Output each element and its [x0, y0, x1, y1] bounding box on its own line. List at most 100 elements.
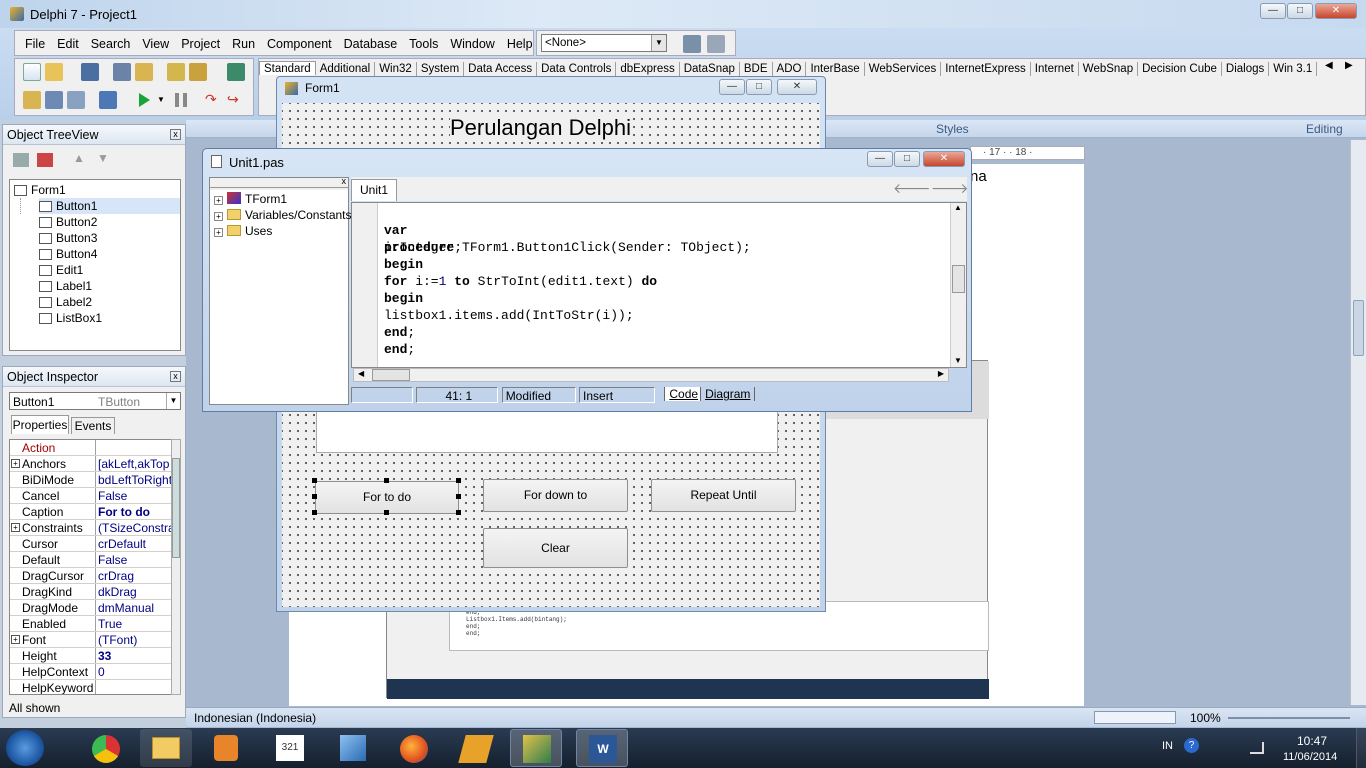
tree-node[interactable]: Button3	[39, 230, 180, 246]
view-unit-icon[interactable]	[23, 91, 41, 109]
h-scroll-thumb[interactable]	[372, 369, 410, 381]
media-player-icon[interactable]	[200, 729, 252, 767]
move-down-icon[interactable]: ▼	[97, 151, 109, 165]
delphi-taskbar-icon[interactable]	[510, 729, 562, 767]
tab-code[interactable]: Code	[664, 387, 701, 401]
code-area[interactable]: procedure TForm1.Button1Click(Sender: TO…	[351, 202, 967, 368]
show-desktop-button[interactable]	[1356, 728, 1366, 768]
editor-close-button[interactable]: ✕	[923, 151, 965, 167]
virtualbox-icon[interactable]	[326, 729, 378, 767]
property-value[interactable]: bdLeftToRight	[98, 472, 172, 487]
inspector-tab-events[interactable]: Events	[71, 417, 115, 434]
tree-node[interactable]: Label1	[39, 278, 180, 294]
selection-handle[interactable]	[384, 510, 389, 515]
palette-tab[interactable]: Data Controls	[537, 62, 617, 76]
inspector-row[interactable]: DragKind dkDrag	[10, 584, 172, 600]
run-dropdown-icon[interactable]: ▼	[157, 95, 165, 104]
run-icon[interactable]	[139, 93, 150, 107]
inspector-row[interactable]: HelpContext 0	[10, 664, 172, 680]
tab-diagram[interactable]: Diagram	[700, 387, 756, 401]
inspector-row[interactable]: Height 33	[10, 648, 172, 664]
inspector-row[interactable]: HelpKeyword	[10, 680, 172, 694]
tree-node-form1[interactable]: Form1	[14, 182, 180, 198]
save-desktop-icon[interactable]	[683, 35, 701, 53]
menu-project[interactable]: Project	[181, 37, 220, 51]
form-close-button[interactable]: ✕	[777, 79, 817, 95]
property-value[interactable]: 33	[98, 648, 172, 663]
inspector-row[interactable]: Cursor crDefault	[10, 536, 172, 552]
explorer-node-uses[interactable]: + Uses	[214, 224, 272, 238]
tree-node[interactable]: ListBox1	[39, 310, 180, 326]
palette-tab[interactable]: System	[417, 62, 465, 76]
close-icon[interactable]: x	[342, 176, 347, 186]
set-debug-desktop-icon[interactable]	[707, 35, 725, 53]
form-maximize-button[interactable]: □	[746, 79, 772, 95]
editor-maximize-button[interactable]: □	[894, 151, 920, 167]
firefox-icon[interactable]	[388, 729, 440, 767]
word-zoom-level[interactable]: 100%	[1190, 711, 1221, 725]
menu-database[interactable]: Database	[344, 37, 398, 51]
property-value[interactable]: dkDrag	[98, 584, 172, 599]
property-value[interactable]: For to do	[98, 504, 172, 519]
tree-node[interactable]: Label2	[39, 294, 180, 310]
palette-tab[interactable]: Internet	[1031, 62, 1079, 76]
palette-tab[interactable]: DataSnap	[680, 62, 740, 76]
word-view-buttons[interactable]	[1094, 711, 1176, 724]
selection-handle[interactable]	[384, 478, 389, 483]
explorer-node-tform1[interactable]: + TForm1	[214, 192, 287, 206]
clock-time[interactable]: 10:47	[1297, 734, 1327, 748]
forward-arrow-icon[interactable]: 🡒	[931, 180, 969, 197]
new-form-icon[interactable]	[99, 91, 117, 109]
inspector-object-selector[interactable]: Button1 TButton ▼	[9, 392, 181, 410]
inspector-row[interactable]: DragMode dmManual	[10, 600, 172, 616]
inspector-scroll-thumb[interactable]	[172, 458, 180, 558]
palette-tab[interactable]: WebSnap	[1079, 62, 1139, 76]
view-form-icon[interactable]	[45, 91, 63, 109]
explorer-icon[interactable]	[140, 729, 192, 767]
tree-node[interactable]: Button4	[39, 246, 180, 262]
palette-tab[interactable]: ADO	[773, 62, 807, 76]
inspector-tab-properties[interactable]: Properties	[11, 415, 69, 434]
language-indicator[interactable]: IN	[1162, 740, 1173, 752]
selection-handle[interactable]	[312, 510, 317, 515]
step-over-icon[interactable]: ↪	[227, 91, 245, 109]
property-value[interactable]: crDefault	[98, 536, 172, 551]
menu-help[interactable]: Help	[507, 37, 533, 51]
inspector-scrollbar[interactable]	[171, 439, 181, 695]
property-value[interactable]: True	[98, 616, 172, 631]
save-icon[interactable]	[81, 63, 99, 81]
tray-network-icon[interactable]	[1250, 742, 1264, 754]
delete-item-icon[interactable]	[37, 153, 53, 167]
property-value[interactable]: False	[98, 488, 172, 503]
tab-unit1[interactable]: Unit1	[351, 179, 397, 201]
chevron-down-icon[interactable]: ▼	[651, 35, 666, 51]
palette-tab[interactable]: InterBase	[806, 62, 865, 76]
editor-minimize-button[interactable]: —	[867, 151, 893, 167]
selection-handle[interactable]	[456, 478, 461, 483]
inspector-row[interactable]: Caption For to do	[10, 504, 172, 520]
maximize-button[interactable]: □	[1287, 3, 1313, 19]
tree-node[interactable]: Button1	[39, 198, 180, 214]
tree-node[interactable]: Button2	[39, 214, 180, 230]
selection-handle[interactable]	[456, 510, 461, 515]
save-all-icon[interactable]	[113, 63, 131, 81]
palette-scroll-left-icon[interactable]: ◀	[1325, 60, 1333, 71]
open-project-icon[interactable]	[135, 63, 153, 81]
property-value[interactable]: dmManual	[98, 600, 172, 615]
property-value[interactable]: [akLeft,akTop	[98, 456, 172, 471]
code-hscrollbar[interactable]: ◀ ▶	[353, 368, 949, 382]
label-heading[interactable]: Perulangan Delphi	[450, 115, 632, 141]
menu-run[interactable]: Run	[232, 37, 255, 51]
palette-tab[interactable]: dbExpress	[616, 62, 680, 76]
explorer-node-variables[interactable]: + Variables/Constants	[214, 208, 352, 222]
add-file-icon[interactable]	[167, 63, 185, 81]
inspector-row[interactable]: DragCursor crDrag	[10, 568, 172, 584]
open-icon[interactable]	[45, 63, 63, 81]
palette-tab[interactable]: Standard	[259, 61, 316, 75]
palette-tab[interactable]: Decision Cube	[1138, 62, 1222, 76]
property-value[interactable]: crDrag	[98, 568, 172, 583]
selection-handle[interactable]	[312, 478, 317, 483]
menu-file[interactable]: File	[25, 37, 45, 51]
help-book-icon[interactable]	[227, 63, 245, 81]
palette-tab[interactable]: Additional	[316, 62, 376, 76]
